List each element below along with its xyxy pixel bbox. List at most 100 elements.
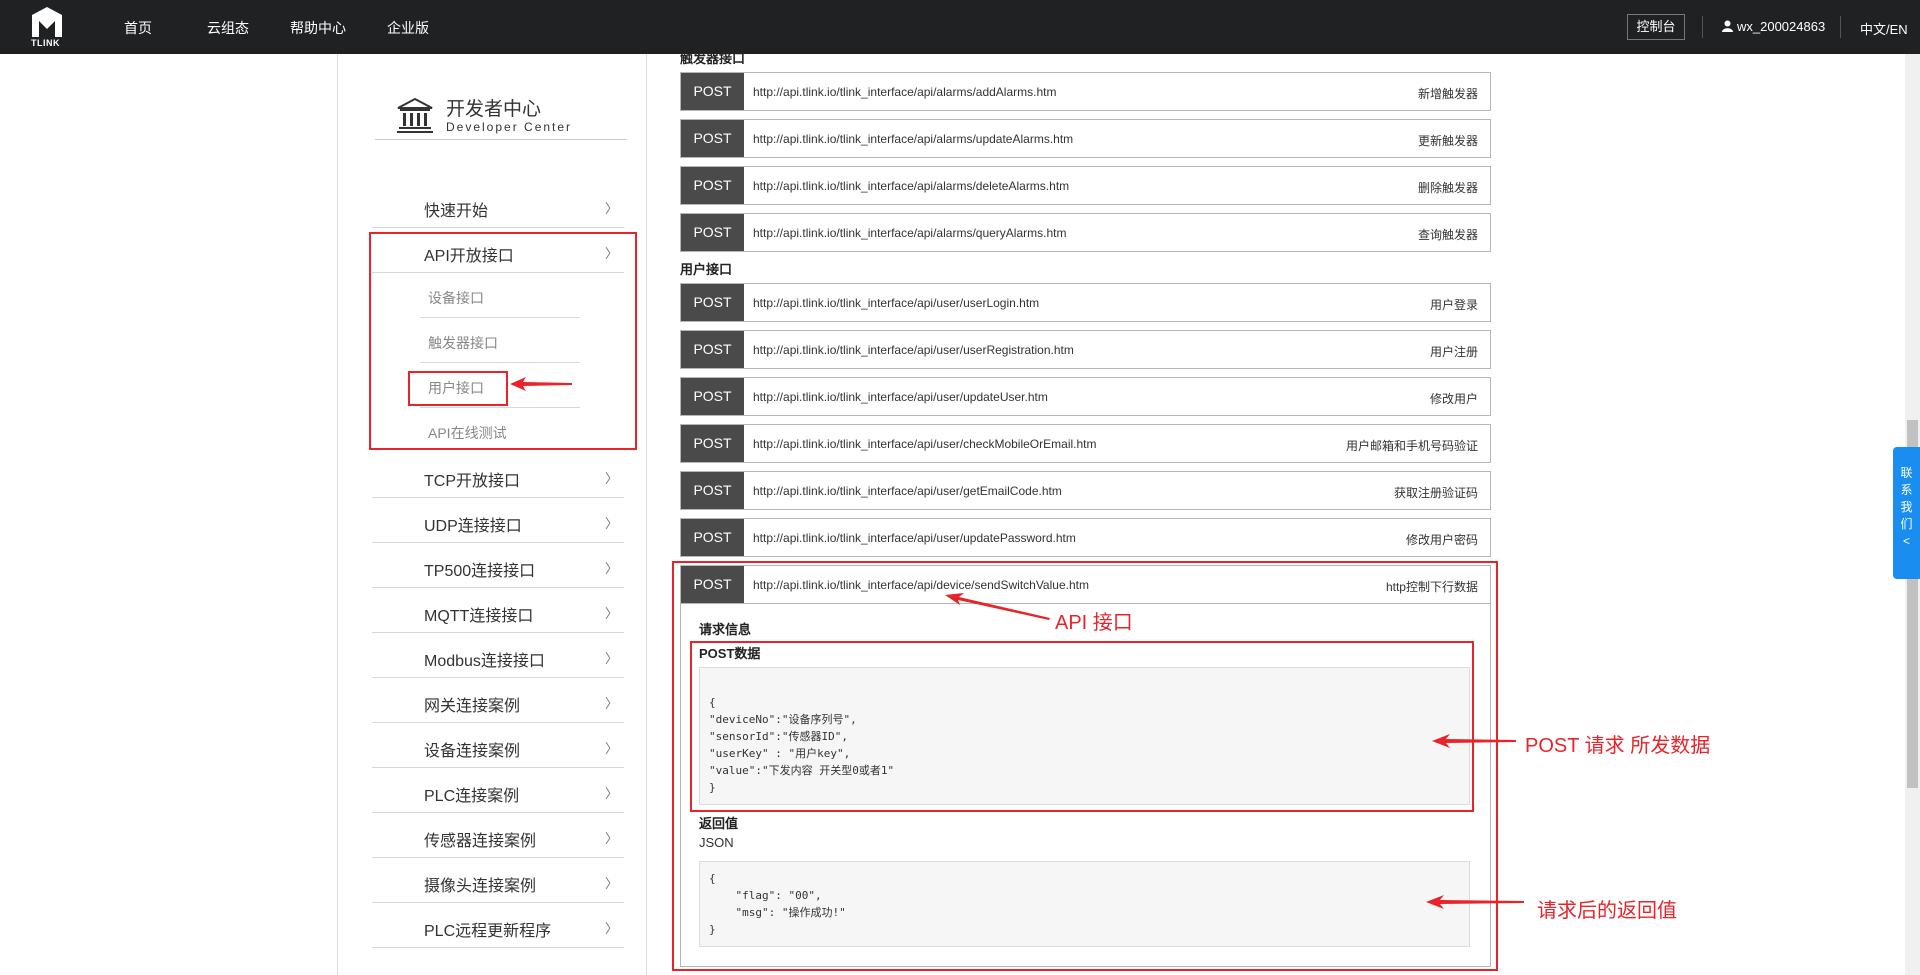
sidebar-item-label: 网关连接案例 (424, 698, 521, 715)
annotation-arrow-icon (1432, 734, 1516, 748)
chevron-right-icon: 〉 (604, 921, 618, 936)
chevron-right-icon: 〉 (604, 876, 618, 891)
sidebar-item-label: 传感器连接案例 (424, 833, 537, 850)
annotation-arrow-icon (510, 377, 572, 391)
page-border-left (337, 54, 338, 975)
annotation-text-post: POST 请求 所发数据 (1525, 735, 1711, 757)
api-desc: 获取注册验证码 (1393, 486, 1478, 500)
sidebar-item-label: 摄像头连接案例 (424, 878, 537, 895)
console-button[interactable]: 控制台 (1627, 14, 1685, 40)
api-row[interactable]: POST http://api.tlink.io/tlink_interface… (680, 424, 1491, 463)
sidebar-item-label: 快速开始 (424, 203, 489, 220)
sidebar-item-modbus[interactable]: Modbus连接接口 〉 (372, 634, 624, 678)
sidebar-item-label: Modbus连接接口 (424, 653, 545, 670)
annotation-arrow-icon (1426, 895, 1524, 909)
sidebar-item-camera[interactable]: 摄像头连接案例 〉 (372, 859, 624, 903)
language-switch[interactable]: 中文/EN (1860, 19, 1908, 38)
logo-text: TLINK (31, 38, 60, 48)
api-url[interactable]: http://api.tlink.io/tlink_interface/api/… (753, 296, 1039, 310)
nav-home[interactable]: 首页 (124, 18, 152, 38)
api-desc: 用户注册 (1429, 345, 1478, 359)
method-badge: POST (681, 284, 744, 321)
chevron-right-icon: 〉 (604, 561, 618, 576)
developer-center-subtitle: Developer Center (446, 120, 573, 134)
api-desc: 修改用户密码 (1405, 533, 1478, 547)
sidebar-item-mqtt[interactable]: MQTT连接接口 〉 (372, 589, 624, 633)
api-desc: 新增触发器 (1417, 87, 1478, 101)
api-desc: 删除触发器 (1417, 181, 1478, 195)
sidebar-item-gateway[interactable]: 网关连接案例 〉 (372, 679, 624, 723)
api-desc: 查询触发器 (1417, 228, 1478, 242)
api-row[interactable]: POST http://api.tlink.io/tlink_interface… (680, 330, 1491, 369)
nav-help-center[interactable]: 帮助中心 (290, 18, 346, 38)
chevron-right-icon: 〉 (604, 696, 618, 711)
method-badge: POST (681, 519, 744, 556)
api-row[interactable]: POST http://api.tlink.io/tlink_interface… (680, 166, 1491, 205)
api-url[interactable]: http://api.tlink.io/tlink_interface/api/… (753, 226, 1066, 240)
separator (1702, 16, 1703, 38)
sidebar-item-device-case[interactable]: 设备连接案例 〉 (372, 724, 624, 768)
api-row[interactable]: POST http://api.tlink.io/tlink_interface… (680, 119, 1491, 158)
api-url[interactable]: http://api.tlink.io/tlink_interface/api/… (753, 531, 1076, 545)
api-url[interactable]: http://api.tlink.io/tlink_interface/api/… (753, 132, 1073, 146)
chevron-right-icon: 〉 (604, 201, 618, 216)
chevron-right-icon: 〉 (604, 471, 618, 486)
contact-us-tab[interactable]: 联 系 我 们 < (1893, 447, 1920, 579)
sidebar-item-label: TP500连接接口 (424, 563, 536, 580)
section-title-user: 用户接口 (680, 262, 733, 277)
api-url[interactable]: http://api.tlink.io/tlink_interface/api/… (753, 437, 1096, 451)
api-url[interactable]: http://api.tlink.io/tlink_interface/api/… (753, 484, 1062, 498)
top-navbar: TLINK 首页 云组态 帮助中心 企业版 控制台 wx_200024863 中… (0, 0, 1920, 54)
separator (1840, 16, 1841, 38)
api-row[interactable]: POST http://api.tlink.io/tlink_interface… (680, 471, 1491, 510)
user-menu[interactable]: wx_200024863 (1722, 19, 1825, 34)
sidebar-item-label: PLC连接案例 (424, 788, 520, 805)
chevron-right-icon: 〉 (604, 741, 618, 756)
sidebar-item-udp[interactable]: UDP连接接口 〉 (372, 499, 624, 543)
api-row[interactable]: POST http://api.tlink.io/tlink_interface… (680, 72, 1491, 111)
sidebar-item-tcp[interactable]: TCP开放接口 〉 (372, 454, 624, 498)
contact-char: 系 (1900, 483, 1913, 497)
api-url[interactable]: http://api.tlink.io/tlink_interface/api/… (753, 179, 1069, 193)
api-url[interactable]: http://api.tlink.io/tlink_interface/api/… (753, 85, 1056, 99)
api-row[interactable]: POST http://api.tlink.io/tlink_interface… (680, 518, 1491, 557)
api-desc: 修改用户 (1429, 392, 1478, 406)
method-badge: POST (681, 167, 744, 204)
sidebar-item-tp500[interactable]: TP500连接接口 〉 (372, 544, 624, 588)
developer-center-header: 开发者中心 Developer Center (396, 94, 626, 139)
chevron-right-icon: 〉 (604, 651, 618, 666)
chevron-right-icon: 〉 (604, 831, 618, 846)
annotation-text-return: 请求后的返回值 (1537, 900, 1677, 922)
sidebar-item-plc[interactable]: PLC连接案例 〉 (372, 769, 624, 813)
sidebar-item-label: 设备连接案例 (424, 743, 521, 760)
method-badge: POST (681, 120, 744, 157)
api-row[interactable]: POST http://api.tlink.io/tlink_interface… (680, 283, 1491, 322)
api-row[interactable]: POST http://api.tlink.io/tlink_interface… (680, 213, 1491, 252)
api-desc: 用户邮箱和手机号码验证 (1345, 439, 1478, 453)
sidebar-item-plc-update[interactable]: PLC远程更新程序 〉 (372, 904, 624, 948)
username: wx_200024863 (1737, 19, 1826, 34)
nav-cloud-scada[interactable]: 云组态 (207, 18, 249, 38)
section-title-trigger: 触发器接口 (680, 51, 746, 66)
user-icon (1722, 20, 1733, 32)
contact-char: 我 (1900, 500, 1913, 514)
annotation-box-user-api (408, 371, 508, 406)
method-badge: POST (681, 73, 744, 110)
annotation-arrow-icon (945, 593, 1050, 620)
sidebar-item-sensor[interactable]: 传感器连接案例 〉 (372, 814, 624, 858)
method-badge: POST (681, 331, 744, 368)
developer-center-title: 开发者中心 (446, 99, 542, 120)
method-badge: POST (681, 378, 744, 415)
building-icon (397, 97, 433, 133)
chevron-right-icon: 〉 (604, 786, 618, 801)
api-desc: 更新触发器 (1417, 134, 1478, 148)
nav-enterprise[interactable]: 企业版 (387, 18, 429, 38)
api-desc: 用户登录 (1429, 298, 1478, 312)
api-url[interactable]: http://api.tlink.io/tlink_interface/api/… (753, 390, 1048, 404)
method-badge: POST (681, 425, 744, 462)
api-row[interactable]: POST http://api.tlink.io/tlink_interface… (680, 377, 1491, 416)
api-url[interactable]: http://api.tlink.io/tlink_interface/api/… (753, 343, 1074, 357)
sidebar-item-quickstart[interactable]: 快速开始 〉 (372, 184, 624, 228)
chevron-left-icon: < (1902, 534, 1910, 548)
annotation-text-api: API 接口 (1055, 612, 1133, 634)
